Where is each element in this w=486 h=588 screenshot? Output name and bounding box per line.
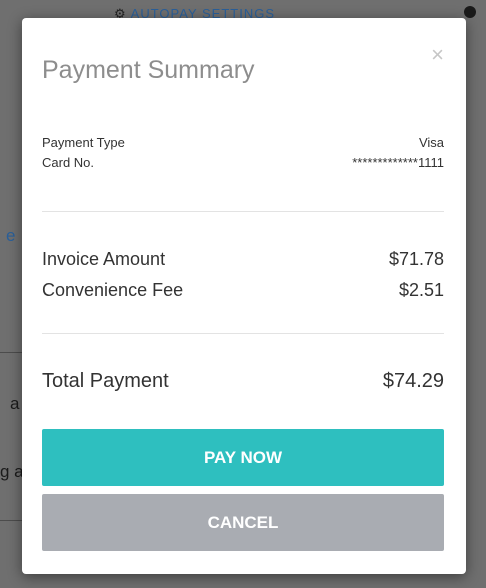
card-number-label: Card No.: [42, 155, 95, 170]
section-divider: [42, 333, 444, 334]
pay-now-label: PAY NOW: [203, 447, 283, 467]
pay-now-button[interactable]: PAY NOW: [42, 429, 444, 486]
background-text-fragment: g a: [0, 462, 24, 481]
convenience-fee-value: $2.51: [398, 280, 444, 300]
background-corner-icon: [464, 6, 476, 18]
cancel-button[interactable]: CANCEL: [42, 494, 444, 551]
payment-type-value: Visa: [418, 135, 444, 150]
cancel-label: CANCEL: [207, 512, 279, 532]
payment-type-row: Payment Type Visa: [42, 135, 444, 150]
background-text-fragment: a: [10, 394, 20, 413]
section-divider: [42, 211, 444, 212]
card-number-value: *************1111: [352, 155, 444, 170]
invoice-amount-value: $71.78: [388, 249, 444, 269]
total-payment-row: Total Payment $74.29: [42, 370, 444, 393]
modal-title: Payment Summary: [42, 56, 255, 84]
convenience-fee-row: Convenience Fee $2.51: [42, 280, 444, 301]
card-number-row: Card No. *************1111: [42, 155, 444, 170]
close-icon: ×: [431, 42, 444, 67]
total-payment-value: $74.29: [382, 370, 444, 392]
total-payment-label: Total Payment: [42, 370, 169, 392]
convenience-fee-label: Convenience Fee: [42, 280, 184, 300]
close-button[interactable]: ×: [431, 44, 444, 66]
invoice-amount-label: Invoice Amount: [42, 249, 166, 269]
background-divider: [0, 352, 22, 353]
background-divider: [0, 520, 22, 521]
payment-summary-modal: Payment Summary × Payment Type Visa Card…: [22, 18, 466, 574]
payment-type-label: Payment Type: [42, 135, 125, 150]
invoice-amount-row: Invoice Amount $71.78: [42, 249, 444, 270]
background-text-fragment-link: e: [6, 226, 16, 245]
